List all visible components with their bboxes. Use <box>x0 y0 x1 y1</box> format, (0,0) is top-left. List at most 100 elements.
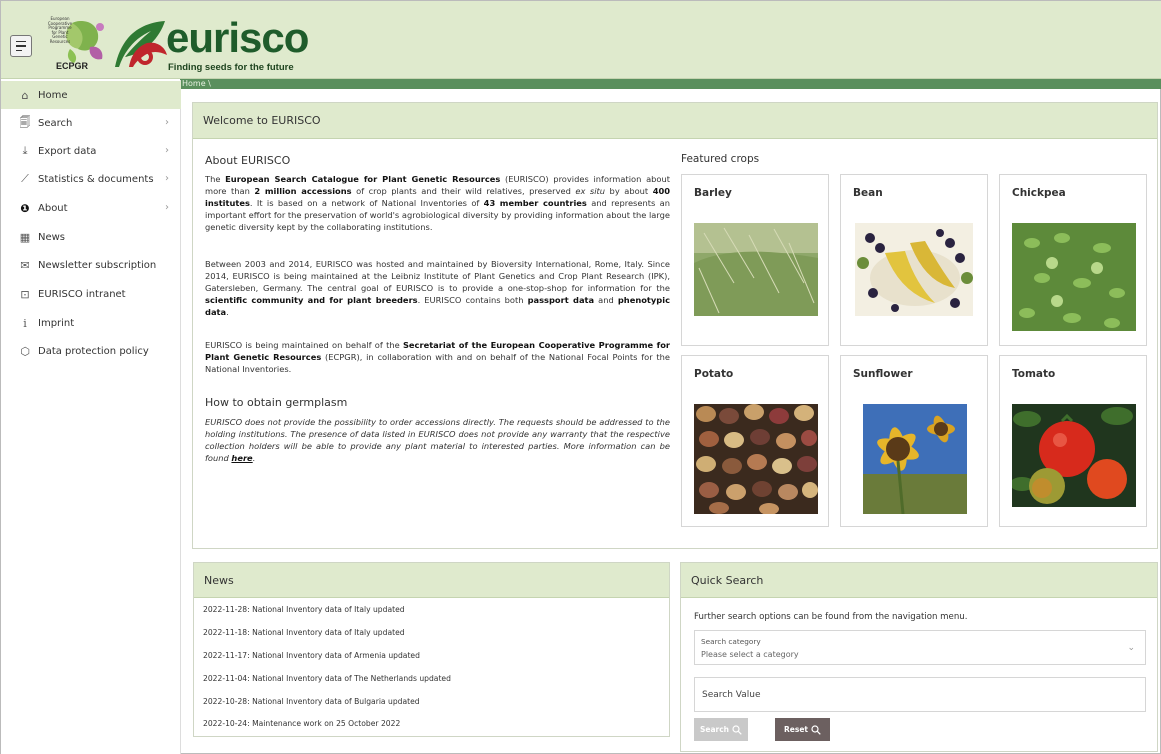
barley-image <box>694 223 818 316</box>
sidebar-item-label: Newsletter subscription <box>38 259 157 271</box>
sidebar-item-export-data[interactable]: ⤓ Export data › <box>1 137 181 165</box>
emphasis-text: Secretariat of the European Cooperative … <box>205 340 671 363</box>
header: European Cooperative Programme for Plant… <box>1 1 1161 79</box>
sidebar-item-label: About <box>38 202 68 214</box>
quick-search-note: Further search options can be found from… <box>694 612 968 622</box>
crop-name: Chickpea <box>1012 187 1066 199</box>
sidebar-item-search[interactable]: 🗐 Search › <box>1 109 181 137</box>
news-title: News <box>194 563 669 598</box>
search-button-label: Search <box>699 725 730 734</box>
chevron-down-icon: ⌄ <box>1127 643 1135 653</box>
chevron-right-icon: › <box>165 145 169 156</box>
chevron-right-icon: › <box>165 202 169 213</box>
search-category-select[interactable]: Search category Please select a category… <box>694 630 1146 665</box>
breadcrumb[interactable]: Home \ <box>182 79 211 89</box>
about-paragraph-2: Between 2003 and 2014, EURISCO was hoste… <box>205 259 670 318</box>
chevron-right-icon: › <box>165 173 169 184</box>
about-paragraph-3: EURISCO is being maintained on behalf of… <box>205 340 671 375</box>
eurisco-leaf-logo[interactable] <box>111 17 169 69</box>
crop-card-barley[interactable]: Barley <box>681 174 829 346</box>
welcome-title: Welcome to EURISCO <box>193 103 1157 139</box>
quick-search-title: Quick Search <box>681 563 1157 598</box>
sidebar-item-newsletter[interactable]: ✉ Newsletter subscription <box>1 251 181 279</box>
shield-icon: ⬡ <box>20 344 30 358</box>
germplasm-paragraph: EURISCO does not provide the possibility… <box>205 417 670 464</box>
chart-icon: ⟋ <box>21 172 29 185</box>
news-item[interactable]: 2022-11-18: National Inventory data of I… <box>203 628 405 637</box>
sidebar-item-label: Home <box>38 89 68 101</box>
news-item[interactable]: 2022-11-17: National Inventory data of A… <box>203 651 420 660</box>
bean-image <box>855 223 973 316</box>
home-icon: ⌂ <box>21 88 29 102</box>
crop-card-tomato[interactable]: Tomato <box>999 355 1147 527</box>
search-icon <box>811 724 821 735</box>
emphasis-text: 43 member countries <box>483 198 587 209</box>
crop-card-chickpea[interactable]: Chickpea <box>999 174 1147 346</box>
sidebar: ⌂ Home 🗐 Search › ⤓ Export data › ⟋ Stat… <box>1 80 181 754</box>
sidebar-item-statistics[interactable]: ⟋ Statistics & documents › <box>1 165 181 193</box>
crop-name: Bean <box>853 187 883 199</box>
sidebar-item-data-protection[interactable]: ⬡ Data protection policy <box>1 337 181 365</box>
sidebar-item-home[interactable]: ⌂ Home <box>1 81 181 109</box>
quick-search-card: Quick Search Further search options can … <box>680 562 1158 752</box>
news-item[interactable]: 2022-11-04: National Inventory data of T… <box>203 674 451 683</box>
reset-button[interactable]: Reset <box>775 718 830 741</box>
emphasis-text: passport data <box>527 295 595 306</box>
chickpea-image <box>1012 223 1136 331</box>
sidebar-item-label: EURISCO intranet <box>38 288 126 300</box>
here-link[interactable]: here <box>231 453 252 463</box>
news-item[interactable]: 2022-10-28: National Inventory data of B… <box>203 697 420 706</box>
sunflower-image <box>863 404 967 514</box>
emphasis-text: 2 million accessions <box>254 186 352 197</box>
search-category-label: Search category <box>701 637 761 646</box>
crop-name: Sunflower <box>853 368 913 380</box>
sidebar-item-label: Data protection policy <box>38 345 149 357</box>
mail-icon: ✉ <box>20 258 30 272</box>
reset-button-label: Reset <box>784 725 808 734</box>
sidebar-item-about[interactable]: ❶ About › <box>1 194 181 222</box>
chevron-right-icon: › <box>165 117 169 128</box>
info-i-icon: i <box>23 316 27 330</box>
sidebar-item-label: Statistics & documents <box>38 173 154 185</box>
welcome-card: Welcome to EURISCO About EURISCO The Eur… <box>192 102 1158 549</box>
potato-image <box>694 404 818 514</box>
search-doc-icon: 🗐 <box>19 115 31 129</box>
lock-icon: ⊡ <box>20 287 30 301</box>
featured-crops-heading: Featured crops <box>681 153 760 165</box>
crop-card-bean[interactable]: Bean <box>840 174 988 346</box>
crop-card-sunflower[interactable]: Sunflower <box>840 355 988 527</box>
newspaper-icon: ▦ <box>19 230 31 244</box>
news-item[interactable]: 2022-10-24: Maintenance work on 25 Octob… <box>203 719 400 728</box>
sidebar-item-label: News <box>38 231 66 243</box>
italic-text: ex situ <box>575 186 606 197</box>
sidebar-item-label: Imprint <box>38 317 75 329</box>
about-paragraph-1: The European Search Catalogue for Plant … <box>205 174 671 233</box>
search-value-input[interactable]: Search Value <box>694 677 1146 712</box>
emphasis-text: European Search Catalogue for Plant Gene… <box>225 174 501 184</box>
eurisco-brand: eurisco <box>166 14 309 61</box>
tomato-image <box>1012 404 1136 507</box>
sidebar-item-intranet[interactable]: ⊡ EURISCO intranet <box>1 280 181 308</box>
emphasis-text: scientific community and for plant breed… <box>205 295 418 306</box>
germplasm-heading: How to obtain germplasm <box>205 396 348 409</box>
sidebar-item-label: Export data <box>38 145 97 157</box>
news-card: News 2022-11-28: National Inventory data… <box>193 562 670 737</box>
about-heading: About EURISCO <box>205 154 291 167</box>
news-item[interactable]: 2022-11-28: National Inventory data of I… <box>203 605 405 614</box>
ecpgr-name: ECPGR <box>56 61 89 71</box>
tagline: Finding seeds for the future <box>168 62 294 73</box>
crop-name: Barley <box>694 187 732 199</box>
sidebar-item-news[interactable]: ▦ News <box>1 223 181 251</box>
search-button[interactable]: Search <box>694 718 748 741</box>
search-icon <box>732 724 742 735</box>
crop-card-potato[interactable]: Potato <box>681 355 829 527</box>
crop-name: Tomato <box>1012 368 1056 380</box>
menu-toggle-button[interactable] <box>10 35 32 57</box>
breadcrumb-bar <box>180 79 1161 89</box>
search-category-placeholder: Please select a category <box>701 650 799 659</box>
download-icon: ⤓ <box>22 144 28 157</box>
ecpgr-full-name: European Cooperative Programme for Plant… <box>47 16 73 44</box>
sidebar-item-label: Search <box>38 117 73 129</box>
sidebar-item-imprint[interactable]: i Imprint <box>1 309 181 337</box>
info-circle-icon: ❶ <box>20 201 30 215</box>
